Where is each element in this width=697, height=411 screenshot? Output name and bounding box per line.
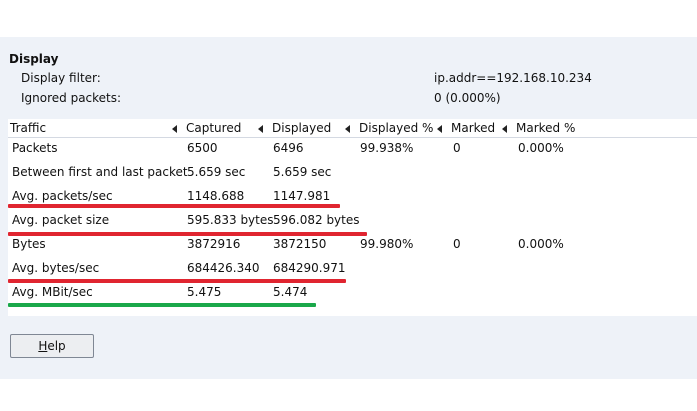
column-header-marked-percent[interactable]: Marked % [514,119,594,137]
cell-traffic: Avg. packet size [12,213,110,227]
traffic-table: Traffic Captured Displayed Displayed % M… [8,119,697,316]
column-header-displayed-percent[interactable]: Displayed % [357,119,443,137]
column-header-displayed[interactable]: Displayed [270,119,356,137]
cell-displayed: 684290.971 [273,261,346,275]
cell-captured: 3872916 [187,237,241,251]
cell-traffic: Avg. MBit/sec [12,285,93,299]
column-header-traffic[interactable]: Traffic [8,119,186,137]
cell-captured: 5.659 sec [187,165,246,179]
cell-marked: 0 [453,237,461,251]
column-header-marked[interactable]: Marked [449,119,509,137]
red-underline-annotation [8,204,340,208]
table-row[interactable]: Packets 6500 6496 99.938% 0 0.000% [8,138,697,162]
column-divider-arrow-icon[interactable] [437,125,442,133]
ignored-packets-label: Ignored packets: [21,91,122,105]
cell-displayed-percent: 99.980% [360,237,414,251]
display-section-title: Display [9,52,59,66]
display-filter-value: ip.addr==192.168.10.234 [434,71,592,85]
cell-displayed: 5.474 [273,285,308,299]
help-button[interactable]: Help [10,334,94,358]
column-divider-arrow-icon[interactable] [502,125,507,133]
cell-displayed-percent: 99.938% [360,141,414,155]
cell-displayed: 6496 [273,141,304,155]
cell-marked: 0 [453,141,461,155]
cell-traffic: Bytes [12,237,46,251]
cell-traffic: Avg. packets/sec [12,189,113,203]
cell-traffic: Avg. bytes/sec [12,261,100,275]
red-underline-annotation [8,232,367,236]
cell-captured: 1148.688 [187,189,245,203]
cell-traffic: Between first and last packet [12,165,188,179]
column-divider-arrow-icon[interactable] [258,125,263,133]
display-filter-label: Display filter: [21,71,101,85]
cell-displayed: 1147.981 [273,189,331,203]
red-underline-annotation [8,279,346,283]
table-header: Traffic Captured Displayed Displayed % M… [8,119,697,138]
cell-displayed: 3872150 [273,237,327,251]
column-divider-arrow-icon[interactable] [172,125,177,133]
green-underline-annotation [8,303,316,307]
help-label: elp [47,339,66,353]
column-divider-arrow-icon[interactable] [345,125,350,133]
ignored-packets-value: 0 (0.000%) [434,91,501,105]
table-row[interactable]: Bytes 3872916 3872150 99.980% 0 0.000% [8,234,697,258]
cell-captured: 595.833 bytes [187,213,274,227]
cell-displayed: 596.082 bytes [273,213,360,227]
cell-traffic: Packets [12,141,58,155]
cell-marked-percent: 0.000% [518,141,564,155]
table-row[interactable]: Between first and last packet 5.659 sec … [8,162,697,186]
help-mnemonic: H [38,339,48,353]
cell-marked-percent: 0.000% [518,237,564,251]
table-row[interactable]: Avg. packet size 595.833 bytes 596.082 b… [8,210,697,234]
cell-captured: 6500 [187,141,218,155]
cell-displayed: 5.659 sec [273,165,332,179]
cell-captured: 5.475 [187,285,222,299]
cell-captured: 684426.340 [187,261,260,275]
